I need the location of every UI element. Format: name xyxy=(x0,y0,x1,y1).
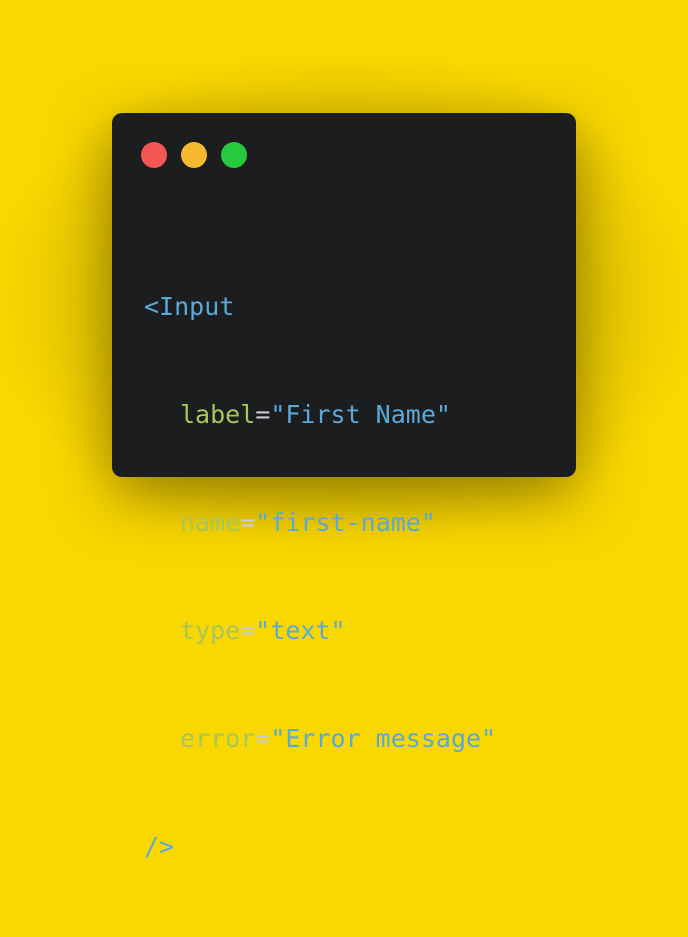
code-line-attribute: label="First Name" xyxy=(144,397,496,433)
attribute-value: "First Name" xyxy=(270,400,451,429)
attribute-value: "Error message" xyxy=(270,724,497,753)
equals-sign: = xyxy=(255,724,271,753)
equals-sign: = xyxy=(240,616,256,645)
attribute-value: "text" xyxy=(255,616,346,645)
attribute-name: name xyxy=(180,508,241,537)
code-line-attribute: name="first-name" xyxy=(144,505,496,541)
window-controls xyxy=(141,142,247,168)
code-line-open-tag: <Input xyxy=(144,289,496,325)
minimize-dot-icon[interactable] xyxy=(181,142,207,168)
equals-sign: = xyxy=(240,508,256,537)
code-line-attribute: error="Error message" xyxy=(144,721,496,757)
open-tag: <Input xyxy=(144,292,235,321)
close-tag: /> xyxy=(144,832,175,861)
maximize-dot-icon[interactable] xyxy=(221,142,247,168)
attribute-name: type xyxy=(180,616,241,645)
attribute-value: "first-name" xyxy=(255,508,436,537)
attribute-name: error xyxy=(180,724,256,753)
attribute-name: label xyxy=(180,400,256,429)
code-line-close-tag: /> xyxy=(144,829,496,865)
equals-sign: = xyxy=(255,400,271,429)
code-window: <Input label="First Name" name="first-na… xyxy=(112,113,576,861)
code-block: <Input label="First Name" name="first-na… xyxy=(144,217,496,937)
close-dot-icon[interactable] xyxy=(141,142,167,168)
code-line-attribute: type="text" xyxy=(144,613,496,649)
